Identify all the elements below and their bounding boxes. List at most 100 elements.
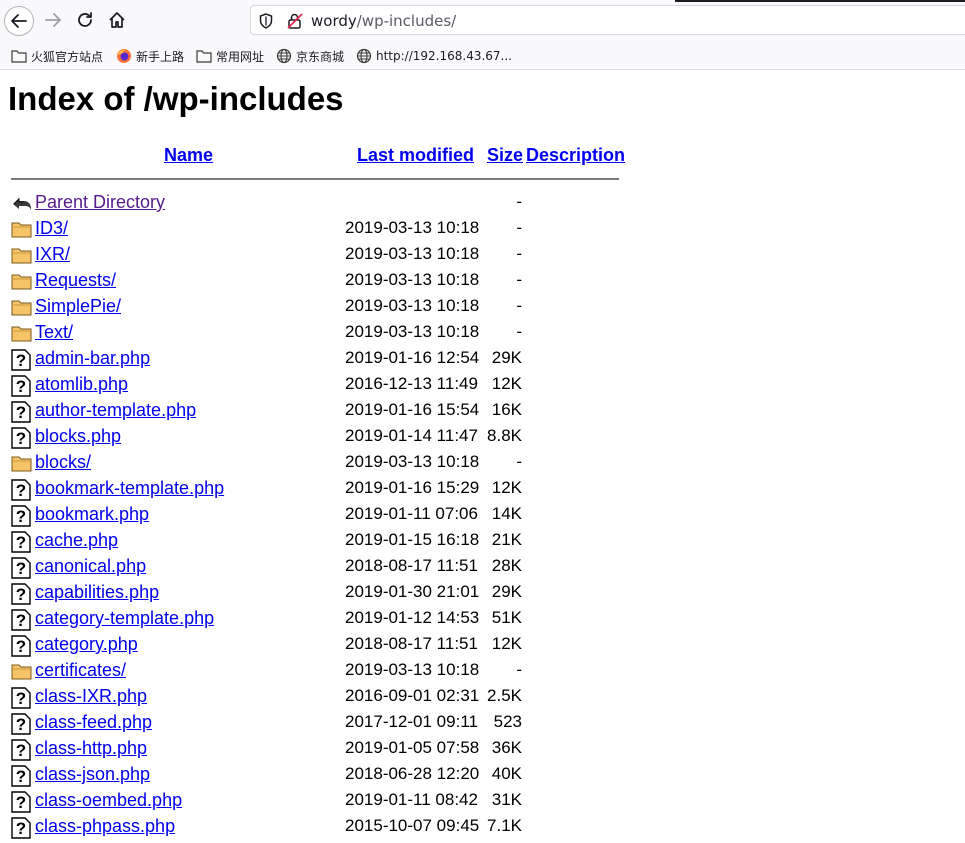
url-host: wordy [311,12,357,30]
file-link[interactable]: author-template.php [35,400,196,421]
file-link[interactable]: SimplePie/ [35,296,121,317]
file-link[interactable]: class-http.php [35,738,147,759]
header-divider [11,178,619,180]
unknown-file-icon: ? [11,817,31,843]
unknown-file-icon: ? [11,427,31,453]
last-modified-cell: 2018-06-28 12:20 [345,764,480,783]
last-modified-cell: 2019-03-13 10:18 [345,218,480,237]
bookmarks-toolbar: 火狐官方站点 新手上路 常用网址 京东商城 http://192.168.43.… [0,40,965,70]
size-cell: - [516,218,522,237]
unknown-file-icon: ? [11,401,31,427]
file-link[interactable]: certificates/ [35,660,126,681]
bookmark-item[interactable]: 京东商城 [276,47,344,65]
file-link[interactable]: Text/ [35,322,73,343]
file-link[interactable]: blocks/ [35,452,91,473]
file-link[interactable]: admin-bar.php [35,348,150,369]
browser-toolbar: wordy/wp-includes/ [0,0,965,40]
bookmark-label: 火狐官方站点 [31,49,104,64]
folder-icon [11,271,33,295]
size-cell: 29K [491,582,522,601]
svg-text:?: ? [16,689,26,708]
file-link[interactable]: category-template.php [35,608,214,629]
unknown-file-icon: ? [11,583,31,609]
unknown-file-icon: ? [11,791,31,817]
svg-text:?: ? [16,767,26,786]
file-link[interactable]: class-oembed.php [35,790,182,811]
back-button[interactable] [4,6,34,36]
bookmark-item[interactable]: http://192.168.43.67... [356,47,512,65]
unknown-file-icon: ? [11,531,31,557]
table-row: ? atomlib.php 2016-12-13 11:49 12K [0,373,640,399]
file-link[interactable]: IXR/ [35,244,70,265]
column-header-description[interactable]: Description [526,145,625,166]
globe-icon [276,48,292,64]
folder-icon [11,219,33,243]
insecure-lock-icon[interactable] [286,12,304,34]
table-row: ? class-http.php 2019-01-05 07:58 36K [0,737,640,763]
file-link[interactable]: bookmark.php [35,504,149,525]
column-header-name[interactable]: Name [164,145,213,166]
file-link[interactable]: ID3/ [35,218,68,239]
last-modified-cell: 2019-03-13 10:18 [345,660,480,679]
file-link[interactable]: category.php [35,634,138,655]
size-cell: - [516,322,522,341]
last-modified-cell: 2019-01-12 14:53 [345,608,480,627]
last-modified-cell: 2018-08-17 11:51 [345,556,478,575]
unknown-file-icon: ? [11,635,31,661]
unknown-file-icon: ? [11,609,31,635]
folder-icon [11,49,27,63]
folder-icon [11,245,33,269]
svg-text:?: ? [16,637,26,656]
unknown-file-icon: ? [11,557,31,583]
file-link[interactable]: cache.php [35,530,118,551]
svg-text:?: ? [16,819,26,838]
reload-button[interactable] [70,5,100,35]
last-modified-cell: 2019-01-11 07:06 [345,504,478,523]
folder-icon [11,661,33,685]
table-row: ? class-phpass.php 2015-10-07 09:45 7.1K [0,815,640,841]
bookmark-item[interactable]: 常用网址 [196,47,264,65]
column-header-last-modified[interactable]: Last modified [357,145,474,166]
file-link[interactable]: capabilities.php [35,582,159,603]
table-row: ? class-IXR.php 2016-09-01 02:31 2.5K [0,685,640,711]
tab-strip-segment [675,0,965,2]
size-cell: 8.8K [487,426,522,445]
forward-button[interactable] [38,5,68,35]
table-row: ? bookmark.php 2019-01-11 07:06 14K [0,503,640,529]
parent-directory-link[interactable]: Parent Directory [35,192,165,213]
table-row: ? author-template.php 2019-01-16 15:54 16K [0,399,640,425]
svg-text:?: ? [16,741,26,760]
bookmark-item[interactable]: 火狐官方站点 [11,47,103,65]
shield-icon[interactable] [259,13,273,33]
home-button[interactable] [102,5,132,35]
last-modified-cell: 2017-12-01 09:11 [345,712,478,731]
folder-icon [196,49,212,63]
svg-text:?: ? [16,585,26,604]
file-link[interactable]: class-json.php [35,764,150,785]
size-cell: 523 [493,712,522,731]
file-link[interactable]: atomlib.php [35,374,128,395]
file-link[interactable]: bookmark-template.php [35,478,224,499]
svg-text:?: ? [16,429,26,448]
last-modified-cell: 2019-03-13 10:18 [345,296,480,315]
url-text[interactable]: wordy/wp-includes/ [311,12,456,30]
svg-text:?: ? [16,351,26,370]
file-link[interactable]: Requests/ [35,270,116,291]
file-link[interactable]: canonical.php [35,556,146,577]
bookmark-label: 常用网址 [216,49,265,64]
column-header-size[interactable]: Size [487,145,523,166]
table-row: ? category.php 2018-08-17 11:51 12K [0,633,640,659]
size-cell: - [516,296,522,315]
tab-strip-edge [0,0,965,2]
last-modified-cell: 2019-01-05 07:58 [345,738,480,757]
last-modified-cell: 2019-01-15 16:18 [345,530,480,549]
bookmark-item[interactable]: 新手上路 [116,47,184,65]
size-cell: 40K [491,764,522,783]
file-link[interactable]: class-feed.php [35,712,152,733]
table-row: ? capabilities.php 2019-01-30 21:01 29K [0,581,640,607]
size-cell: 21K [491,530,522,549]
file-link[interactable]: class-IXR.php [35,686,147,707]
address-bar[interactable]: wordy/wp-includes/ [250,5,965,35]
size-cell: 16K [491,400,522,419]
file-link[interactable]: blocks.php [35,426,121,447]
